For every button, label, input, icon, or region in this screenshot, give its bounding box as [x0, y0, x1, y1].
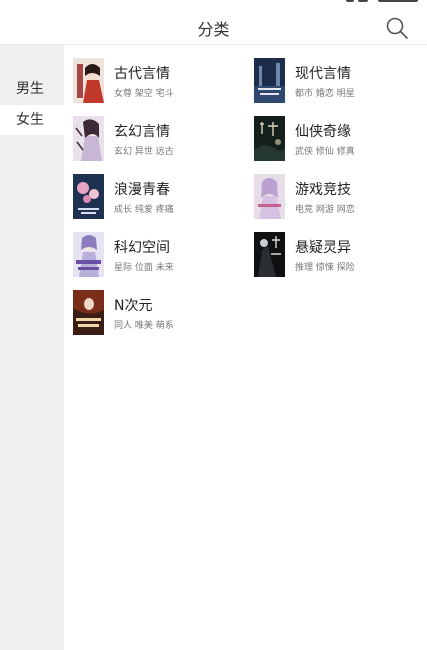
category-tags: 同人 唯美 萌系	[114, 321, 174, 331]
scifi-cover	[73, 232, 104, 277]
fantasy-romance-cover	[73, 116, 104, 161]
category-item-gaming[interactable]: 游戏竞技 电竞 网游 网恋	[254, 174, 424, 222]
category-tags: 星际 位面 未来	[114, 263, 174, 273]
ancient-romance-cover	[73, 58, 104, 103]
status-signal-mark	[346, 0, 354, 2]
category-name: N次元	[114, 298, 153, 314]
category-item-modern-romance[interactable]: 现代言情 都市 婚恋 明星	[254, 58, 424, 106]
gaming-cover	[254, 174, 285, 219]
category-tags: 玄幻 异世 远古	[114, 147, 174, 157]
category-name: 科幻空间	[114, 240, 170, 256]
category-tags: 推理 惊悚 探险	[295, 263, 355, 273]
category-item-xianxia[interactable]: 仙侠奇缘 武侠 修仙 修真	[254, 116, 424, 164]
status-bar	[0, 0, 427, 6]
category-tags: 成长 纯爱 疼痛	[114, 205, 174, 215]
sidebar-item-male[interactable]: 男生	[0, 74, 64, 104]
page-title: 分类	[197, 20, 230, 39]
category-name: 现代言情	[295, 66, 351, 82]
category-grid: 古代言情 女尊 架空 宅斗 现代言情 都市 婚恋 明星 玄幻言情 玄幻 异世 远…	[64, 45, 427, 650]
search-button[interactable]	[385, 16, 409, 40]
status-battery-mark	[378, 0, 418, 2]
category-name: 古代言情	[114, 66, 170, 82]
category-name: 悬疑灵异	[295, 240, 351, 256]
category-tags: 女尊 架空 宅斗	[114, 89, 174, 99]
modern-romance-cover	[254, 58, 285, 103]
gender-sidebar: 男生 女生	[0, 45, 64, 650]
category-tags: 电竞 网游 网恋	[295, 205, 355, 215]
app-root: 分类 男生 女生 古代言情 女尊 架空 宅斗 现代言情 都市 婚恋 明星 玄幻言…	[0, 0, 427, 650]
category-item-scifi[interactable]: 科幻空间 星际 位面 未来	[73, 232, 243, 280]
sidebar-item-label: 女生	[16, 112, 44, 128]
search-icon	[386, 17, 408, 39]
category-tags: 都市 婚恋 明星	[295, 89, 355, 99]
category-name: 玄幻言情	[114, 124, 170, 140]
category-item-fantasy-romance[interactable]: 玄幻言情 玄幻 异世 远古	[73, 116, 243, 164]
category-tags: 武侠 修仙 修真	[295, 147, 355, 157]
category-item-suspense[interactable]: 悬疑灵异 推理 惊悚 探险	[254, 232, 424, 280]
app-header: 分类	[0, 8, 427, 45]
status-wifi-mark	[358, 0, 368, 2]
xianxia-cover	[254, 116, 285, 161]
sidebar-item-female[interactable]: 女生	[0, 105, 64, 135]
sidebar-item-label: 男生	[16, 81, 44, 97]
category-name: 仙侠奇缘	[295, 124, 351, 140]
n-dimension-cover	[73, 290, 104, 335]
category-item-n-dimension[interactable]: N次元 同人 唯美 萌系	[73, 290, 243, 338]
youth-romance-cover	[73, 174, 104, 219]
category-name: 浪漫青春	[114, 182, 170, 198]
category-item-ancient-romance[interactable]: 古代言情 女尊 架空 宅斗	[73, 58, 243, 106]
category-item-youth-romance[interactable]: 浪漫青春 成长 纯爱 疼痛	[73, 174, 243, 222]
suspense-cover	[254, 232, 285, 277]
category-name: 游戏竞技	[295, 182, 351, 198]
